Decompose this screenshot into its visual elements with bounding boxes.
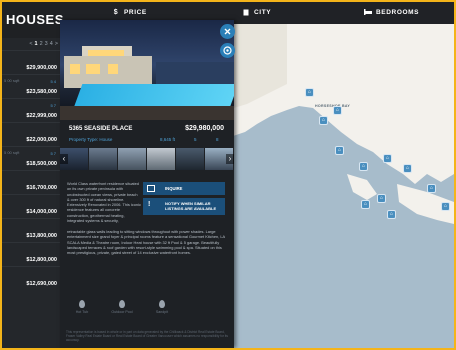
photo-thumbnail[interactable] xyxy=(118,148,146,170)
list-item-price: $12,690,000 xyxy=(26,281,57,287)
listing-meta-row: Property Type: House 8,645 ft 5 8 xyxy=(60,135,234,145)
list-item[interactable]: 5 7 $22,999,000 xyxy=(2,98,60,122)
bed-icon xyxy=(364,8,372,16)
list-item[interactable]: $12,690,000 xyxy=(2,266,60,290)
bedrooms-filter[interactable]: BEDROOMS xyxy=(364,8,419,16)
listing-price: $29,980,000 xyxy=(185,125,224,132)
list-item[interactable]: $29,900,000 xyxy=(2,50,60,74)
map-pin-icon[interactable]: ⌂ xyxy=(403,164,412,173)
list-item-bedbath: 5 4 xyxy=(50,79,56,84)
map-pin-icon[interactable]: ⌂ xyxy=(383,154,392,163)
list-item[interactable]: 5 00 sqft 5 4 $23,580,000 xyxy=(2,74,60,98)
city-filter-label: CITY xyxy=(254,8,272,16)
notify-button[interactable]: ! NOTIFY WHEN SIMILAR LISTINGS ARE AVAIL… xyxy=(143,198,225,215)
amenity-item: Hot Tub xyxy=(62,300,102,314)
listing-beds: 5 xyxy=(194,137,197,142)
photo-thumbnail[interactable] xyxy=(89,148,117,170)
building-icon xyxy=(242,8,250,16)
dollar-icon: $ xyxy=(113,8,119,16)
app-window: $ PRICE CITY BEDROOMS HOUSES < 1 2 3 4 > xyxy=(2,2,454,348)
list-item-meta: 5 00 sqft xyxy=(4,150,20,155)
pager-page-1[interactable]: 1 xyxy=(35,41,38,47)
pagination: < 1 2 3 4 > xyxy=(2,38,60,50)
amenity-item: Sandpit xyxy=(142,300,182,314)
list-item-price: $13,800,000 xyxy=(26,233,57,239)
list-item[interactable]: $14,000,000 xyxy=(2,194,60,218)
list-item-meta: 5 00 sqft xyxy=(4,78,20,83)
photo-thumbnail[interactable] xyxy=(176,148,204,170)
locate-button[interactable] xyxy=(220,43,235,58)
list-item-price: $18,500,000 xyxy=(26,161,57,167)
next-photo-button[interactable]: › xyxy=(226,154,234,164)
city-filter[interactable]: CITY xyxy=(242,8,271,16)
list-item-price: $22,000,000 xyxy=(26,137,57,143)
list-item-bedbath: 5 7 xyxy=(50,151,56,156)
map-pin-icon[interactable]: ⌂ xyxy=(335,146,344,155)
list-item[interactable]: 5 00 sqft 5 7 $18,500,000 xyxy=(2,146,60,170)
map-pin-icon[interactable]: ⌂ xyxy=(387,210,396,219)
list-item[interactable]: $16,700,000 xyxy=(2,170,60,194)
close-button[interactable] xyxy=(220,24,235,39)
close-icon xyxy=(224,28,231,35)
list-item[interactable]: $22,000,000 xyxy=(2,122,60,146)
map-pin-icon[interactable]: ⌂ xyxy=(305,88,314,97)
drop-icon xyxy=(159,300,165,308)
list-item[interactable]: $12,800,000 xyxy=(2,242,60,266)
listing-title-row: 5365 SEASIDE PLACE $29,980,000 xyxy=(60,120,234,136)
map-pin-icon[interactable]: ⌂ xyxy=(377,194,386,203)
pager-next[interactable]: > xyxy=(55,41,58,47)
bedrooms-filter-label: BEDROOMS xyxy=(376,8,420,16)
amenity-item: Outdoor Pool xyxy=(102,300,142,314)
pager-page-3[interactable]: 3 xyxy=(45,41,48,47)
notify-button-label: NOTIFY WHEN SIMILAR LISTINGS ARE AVAILAB… xyxy=(165,201,217,211)
amenity-label: Hot Tub xyxy=(75,310,89,314)
list-item-price: $29,900,000 xyxy=(26,65,57,71)
price-filter[interactable]: $ PRICE xyxy=(112,8,147,16)
list-item[interactable]: $13,800,000 xyxy=(2,218,60,242)
listing-description-continued: retractable glass walls leading to sitti… xyxy=(67,229,225,256)
map-view[interactable]: HORSESHOE BAY ⌂ ⌂ ⌂ ⌂ ⌂ ⌂ ⌂ ⌂ ⌂ ⌂ ⌂ ⌂ xyxy=(227,24,454,348)
drop-icon xyxy=(79,300,85,308)
prev-photo-button[interactable]: ‹ xyxy=(60,154,68,164)
map-pin-icon[interactable]: ⌂ xyxy=(359,162,368,171)
listing-sqft: 8,645 ft xyxy=(160,137,176,142)
photo-thumbnail[interactable] xyxy=(147,148,175,170)
inquire-button[interactable]: INQUIRE xyxy=(143,182,225,195)
listing-address: 5365 SEASIDE PLACE xyxy=(69,126,133,132)
list-item-price: $16,700,000 xyxy=(26,185,57,191)
list-item-price: $22,999,000 xyxy=(26,113,57,119)
drop-icon xyxy=(119,300,125,308)
amenity-label: Sandpit xyxy=(155,310,169,314)
listing-detail-panel: 5365 SEASIDE PLACE $29,980,000 Property … xyxy=(60,20,235,348)
pager-page-2[interactable]: 2 xyxy=(40,41,43,47)
listing-list: < 1 2 3 4 > $29,900,000 5 00 sqft 5 4 $2… xyxy=(2,38,60,348)
list-item-price: $12,800,000 xyxy=(26,257,57,263)
price-filter-label: PRICE xyxy=(124,8,147,16)
map-pin-icon[interactable]: ⌂ xyxy=(427,184,436,193)
listing-description: World Class waterfront residence situate… xyxy=(67,181,141,224)
pager-prev[interactable]: < xyxy=(29,41,32,47)
listing-baths: 8 xyxy=(216,137,219,142)
info-icon: ! xyxy=(148,201,151,208)
list-item-price: $23,580,000 xyxy=(26,89,57,95)
list-item-bedbath: 5 7 xyxy=(50,103,56,108)
amenities: Hot Tub Outdoor Pool Sandpit xyxy=(60,300,234,320)
inquire-button-label: INQUIRE xyxy=(165,186,183,191)
map-land xyxy=(227,24,454,224)
map-pin-icon[interactable]: ⌂ xyxy=(319,116,328,125)
target-icon xyxy=(223,46,232,55)
list-item-price: $14,000,000 xyxy=(26,209,57,215)
map-pin-icon[interactable]: ⌂ xyxy=(333,106,342,115)
app-title: HOUSES xyxy=(6,12,64,27)
map-pin-icon[interactable]: ⌂ xyxy=(441,202,450,211)
listing-hero-image xyxy=(60,20,234,120)
listing-disclaimer: This representation is based in whole or… xyxy=(66,330,228,342)
app-brand: HOUSES xyxy=(2,2,63,38)
envelope-icon xyxy=(147,185,155,192)
amenity-label: Outdoor Pool xyxy=(111,310,133,314)
photo-thumbnails xyxy=(60,148,234,170)
map-pin-icon[interactable]: ⌂ xyxy=(361,200,370,209)
property-type: Property Type: House xyxy=(69,137,113,142)
pager-page-4[interactable]: 4 xyxy=(50,41,53,47)
